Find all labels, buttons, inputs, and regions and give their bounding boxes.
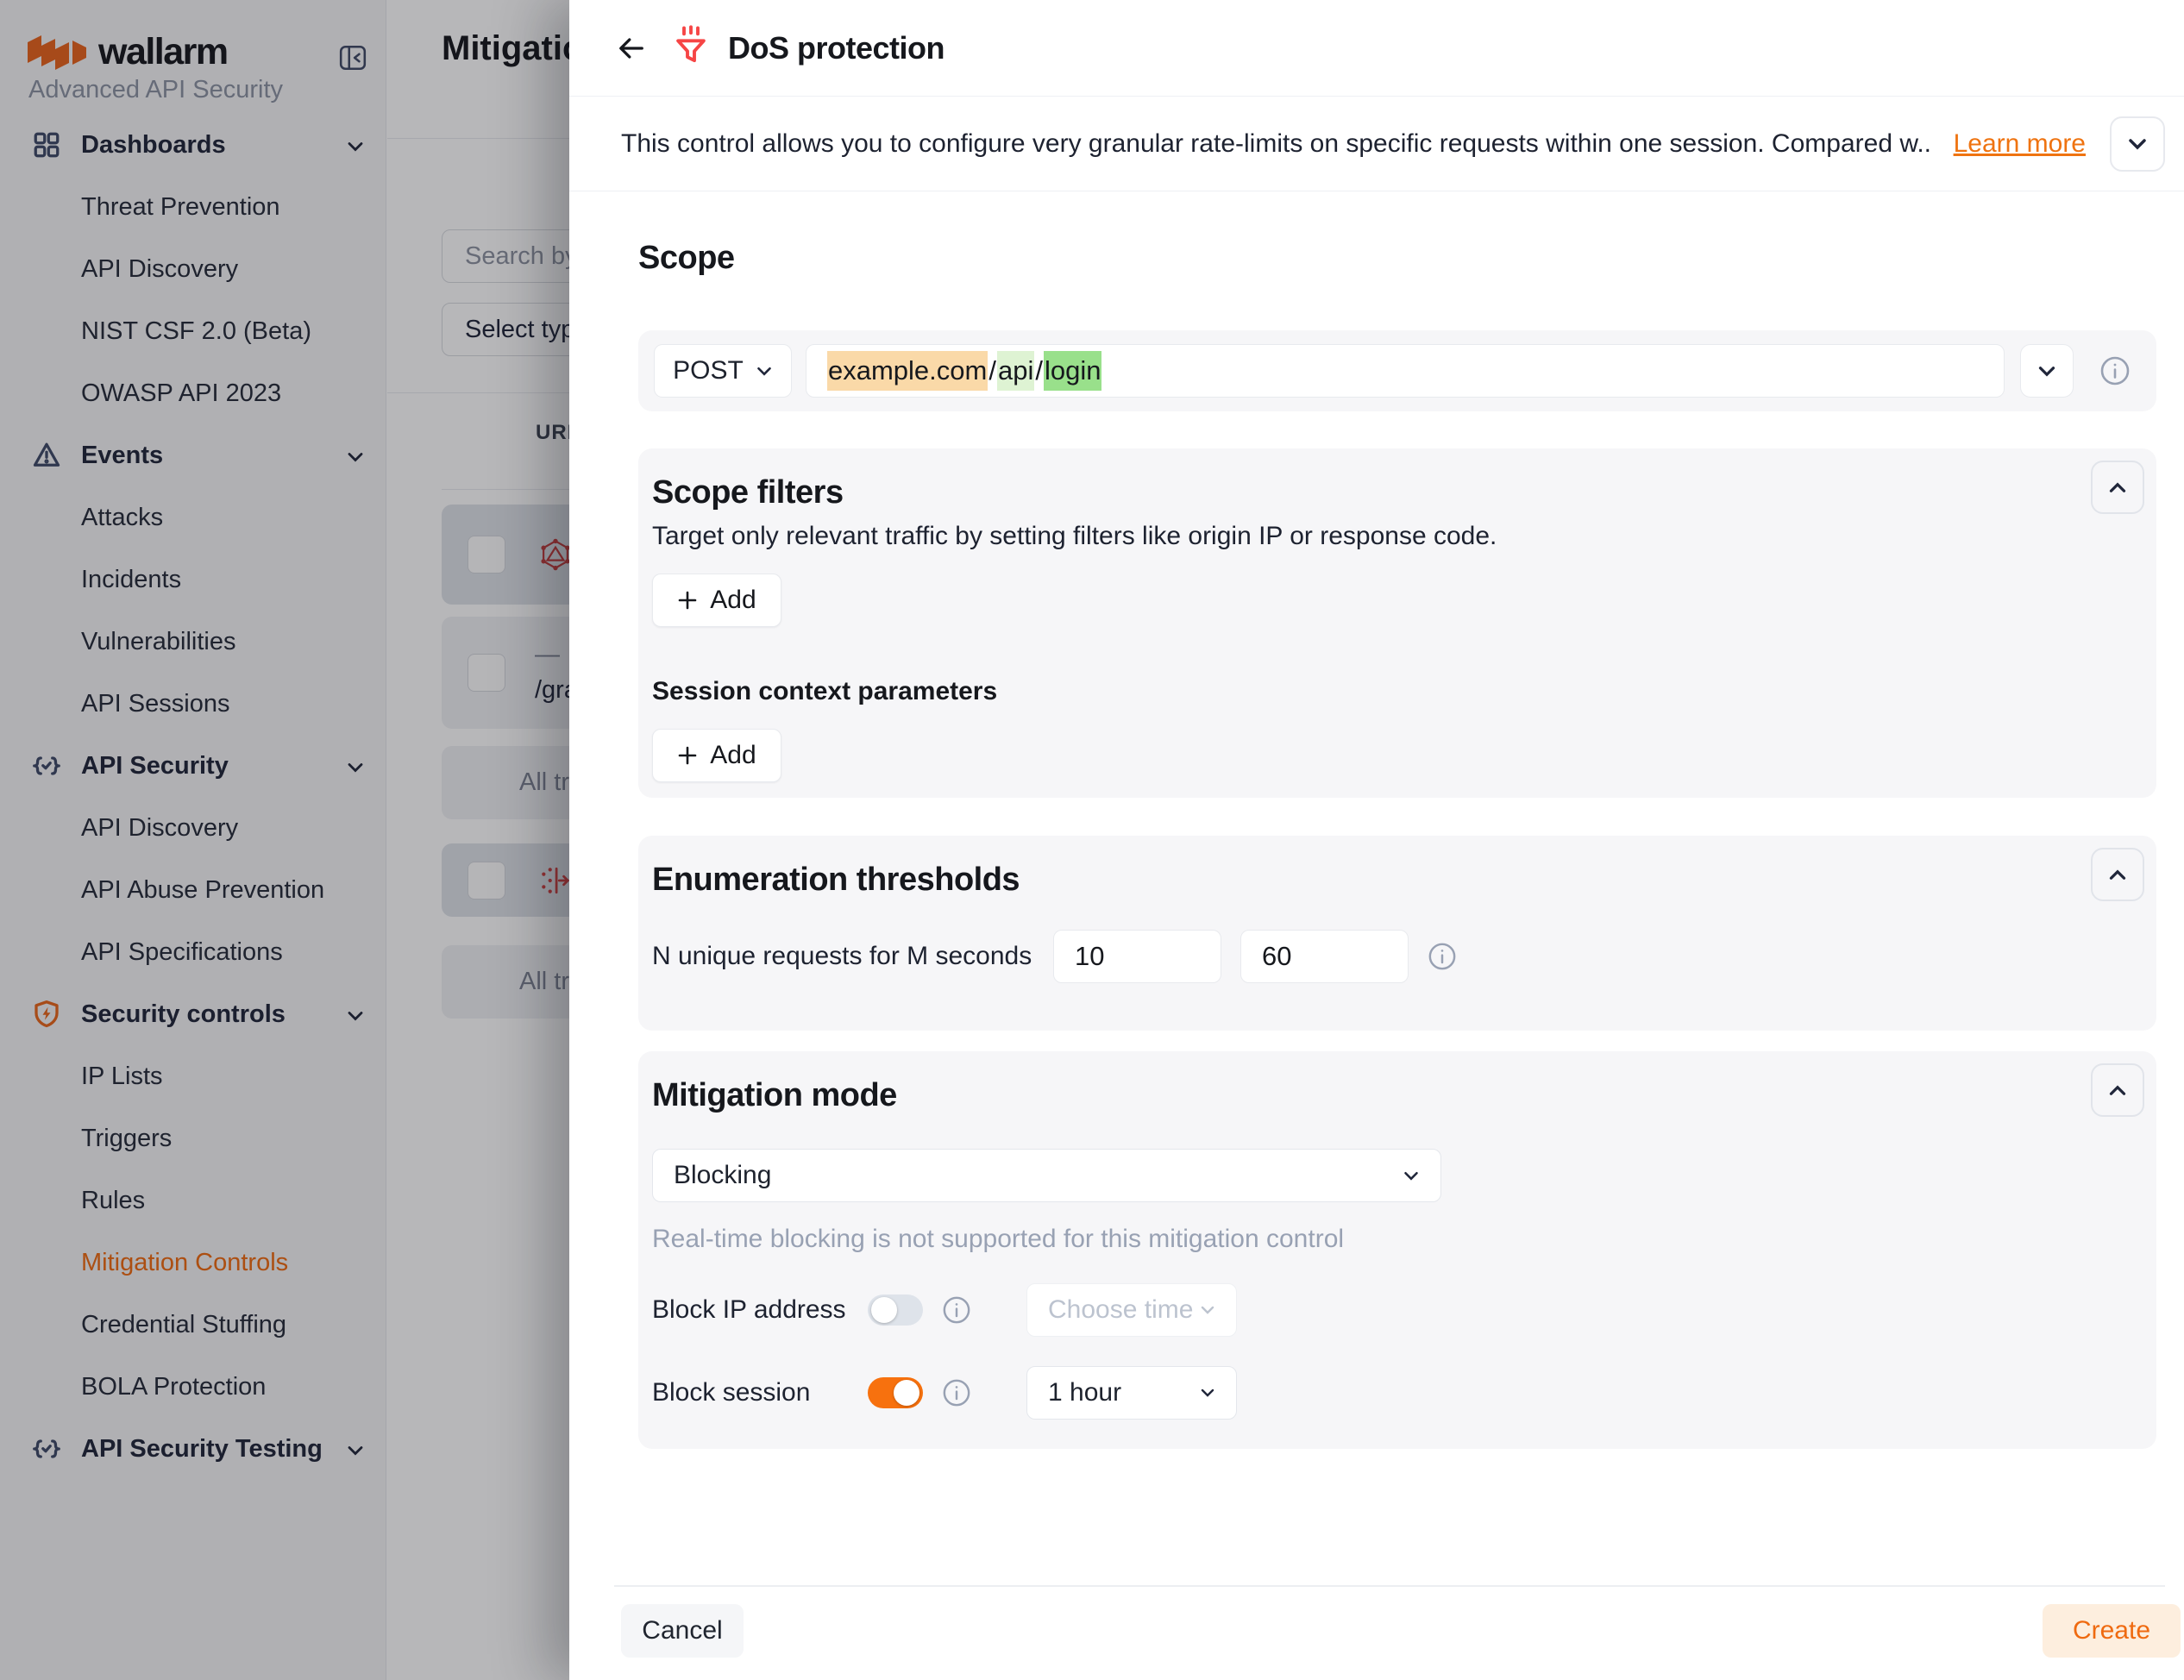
m-seconds-input[interactable] xyxy=(1240,930,1409,983)
block-ip-toggle[interactable] xyxy=(868,1294,923,1326)
block-session-label: Block session xyxy=(652,1378,868,1407)
add-button-label: Add xyxy=(710,741,756,770)
url-segment-api: api xyxy=(997,351,1034,391)
n-requests-input[interactable] xyxy=(1053,930,1221,983)
drawer-description-row: This control allows you to configure ver… xyxy=(569,97,2184,191)
mitigation-mode-heading: Mitigation mode xyxy=(652,1077,2079,1114)
block-session-row: Block session 1 hour xyxy=(652,1366,2079,1420)
blocking-hint: Real-time blocking is not supported for … xyxy=(652,1225,2079,1254)
create-button[interactable]: Create xyxy=(2043,1604,2181,1658)
mitigation-mode-card: Mitigation mode Blocking Real-time block… xyxy=(638,1051,2156,1449)
chevron-up-icon xyxy=(2107,481,2128,494)
plus-icon xyxy=(677,745,698,766)
scope-url-input[interactable]: example.com/api/login xyxy=(806,344,2005,398)
chevron-up-icon xyxy=(2107,868,2128,881)
back-arrow-icon[interactable] xyxy=(614,31,649,66)
scope-bar: POST example.com/api/login xyxy=(638,330,2156,411)
add-button-label: Add xyxy=(710,586,756,615)
add-session-parameter-button[interactable]: Add xyxy=(652,729,781,782)
enumeration-row: N unique requests for M seconds xyxy=(652,930,2079,983)
drawer-description: This control allows you to configure ver… xyxy=(621,129,1933,159)
enumeration-thresholds-card: Enumeration thresholds N unique requests… xyxy=(638,836,2156,1031)
collapse-section-button[interactable] xyxy=(2091,461,2144,514)
mitigation-mode-value: Blocking xyxy=(674,1161,771,1190)
scope-filters-heading: Scope filters xyxy=(652,474,2079,511)
drawer-header: DoS protection xyxy=(569,0,2184,97)
dos-protection-drawer: DoS protection This control allows you t… xyxy=(569,0,2184,1680)
block-ip-row: Block IP address Choose time xyxy=(652,1283,2079,1337)
scope-expand-button[interactable] xyxy=(2020,344,2074,398)
enumeration-label: N unique requests for M seconds xyxy=(652,942,1053,971)
block-session-time-select[interactable]: 1 hour xyxy=(1026,1366,1237,1420)
scope-heading: Scope xyxy=(638,240,735,277)
choose-time-placeholder: Choose time xyxy=(1048,1295,1193,1325)
dos-funnel-icon xyxy=(673,25,709,71)
block-session-info-icon[interactable] xyxy=(942,1378,971,1407)
plus-icon xyxy=(677,590,698,611)
block-ip-info-icon[interactable] xyxy=(942,1295,971,1325)
block-session-toggle[interactable] xyxy=(868,1377,923,1408)
chevron-down-icon xyxy=(756,366,773,377)
toggle-knob xyxy=(894,1380,919,1406)
app-root: wallarm Advanced API Security Dashboards xyxy=(0,0,2184,1680)
scope-info-icon[interactable] xyxy=(2099,355,2131,386)
session-context-heading: Session context parameters xyxy=(652,677,2079,706)
chevron-down-icon xyxy=(1403,1170,1420,1182)
collapse-section-button[interactable] xyxy=(2091,848,2144,901)
cancel-button[interactable]: Cancel xyxy=(621,1604,744,1658)
url-segment-slash: / xyxy=(988,351,997,391)
collapse-section-button[interactable] xyxy=(2091,1063,2144,1117)
block-ip-label: Block IP address xyxy=(652,1295,868,1325)
enumeration-heading: Enumeration thresholds xyxy=(652,862,2079,899)
chevron-down-icon xyxy=(1200,1305,1215,1315)
mitigation-mode-select[interactable]: Blocking xyxy=(652,1149,1441,1202)
method-value: POST xyxy=(673,356,744,386)
scope-filters-description: Target only relevant traffic by setting … xyxy=(652,522,2079,551)
url-segment-host: example.com xyxy=(827,351,988,391)
learn-more-link[interactable]: Learn more xyxy=(1954,129,2086,159)
toggle-knob xyxy=(871,1297,897,1323)
add-scope-filter-button[interactable]: Add xyxy=(652,574,781,627)
drawer-title: DoS protection xyxy=(728,30,945,66)
chevron-up-icon xyxy=(2107,1084,2128,1097)
url-segment-slash: / xyxy=(1034,351,1044,391)
scope-filters-card: Scope filters Target only relevant traff… xyxy=(638,448,2156,798)
chevron-down-icon xyxy=(1200,1388,1215,1398)
block-session-time-value: 1 hour xyxy=(1048,1378,1121,1407)
enumeration-info-icon[interactable] xyxy=(1428,942,1457,971)
block-ip-time-select: Choose time xyxy=(1026,1283,1237,1337)
url-segment-login: login xyxy=(1044,351,1102,391)
expand-description-button[interactable] xyxy=(2110,116,2165,172)
chevron-down-icon xyxy=(2037,365,2057,378)
method-select[interactable]: POST xyxy=(654,344,792,398)
footer-divider xyxy=(614,1585,2165,1587)
